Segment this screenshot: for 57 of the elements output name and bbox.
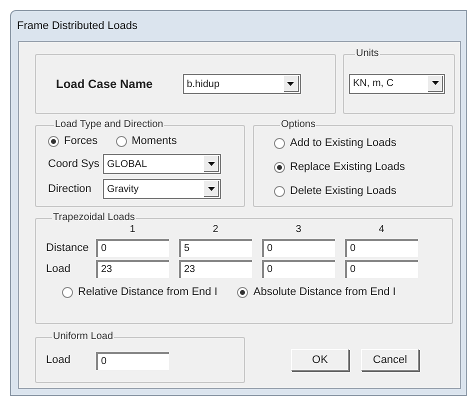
dropdown-button[interactable] (204, 181, 219, 197)
input-field[interactable]: 0 (262, 260, 335, 278)
dropdown-value: Gravity (106, 182, 140, 196)
caret-icon (287, 82, 294, 86)
field-label: Load Case Name (56, 76, 153, 93)
radio-label[interactable]: Relative Distance from End I (78, 284, 218, 300)
column-header: 4 (378, 224, 384, 236)
column-header: 1 (130, 224, 136, 236)
group-label: Options (280, 119, 316, 131)
row-label: Load (46, 262, 72, 277)
dropdown[interactable]: Gravity (103, 179, 221, 199)
input-field[interactable]: 0 (345, 239, 418, 257)
dropdown-button[interactable] (204, 156, 219, 172)
radio-button[interactable] (116, 136, 127, 146)
field-label: Direction (48, 182, 92, 197)
ok-button[interactable]: OK (291, 349, 349, 371)
row-label: Distance (46, 240, 90, 256)
radio-button[interactable] (48, 136, 59, 146)
group-label: Units (355, 48, 380, 60)
input-field[interactable]: 0 (96, 239, 169, 257)
group-label: Uniform Load (52, 331, 114, 343)
input-field[interactable]: 23 (96, 260, 169, 278)
dropdown-value: b.hidup (186, 78, 221, 92)
radio-label[interactable]: Absolute Distance from End I (253, 284, 396, 300)
column-header: 3 (296, 224, 302, 236)
cancel-button[interactable]: Cancel (361, 349, 419, 371)
input-field[interactable]: 0 (96, 352, 169, 370)
radio-label[interactable]: Forces (64, 132, 98, 150)
caret-icon (208, 186, 214, 190)
dropdown-button[interactable] (284, 76, 299, 92)
field-label: Load (46, 353, 72, 368)
input-field[interactable]: 0 (262, 239, 335, 257)
column-header: 2 (212, 224, 218, 236)
radio-label[interactable]: Delete Existing Loads (290, 182, 396, 200)
field-label: Coord Sys (48, 156, 100, 172)
dropdown[interactable]: b.hidup (182, 74, 301, 94)
radio-button[interactable] (274, 138, 285, 148)
radio-label[interactable]: Replace Existing Loads (290, 158, 405, 176)
dropdown[interactable]: KN, m, C (349, 74, 445, 94)
radio-button[interactable] (62, 286, 73, 298)
radio-button[interactable] (274, 162, 285, 172)
input-field[interactable]: 0 (345, 260, 418, 278)
dropdown[interactable]: GLOBAL (103, 154, 221, 174)
input-field[interactable]: 23 (179, 260, 252, 278)
dropdown-value: KN, m, C (352, 77, 395, 91)
radio-label[interactable]: Moments (132, 132, 177, 150)
caret-icon (432, 81, 438, 85)
input-field[interactable]: 5 (179, 239, 252, 257)
radio-button[interactable] (274, 186, 285, 196)
radio-label[interactable]: Add to Existing Loads (290, 134, 396, 152)
dropdown-value: GLOBAL (106, 158, 148, 172)
radio-button[interactable] (237, 286, 248, 298)
dropdown-button[interactable] (428, 76, 443, 92)
group-label: Load Type and Direction (54, 119, 164, 131)
caret-icon (208, 162, 214, 166)
window-title: Frame Distributed Loads (17, 18, 138, 34)
group-label: Trapezoidal Loads (52, 212, 136, 224)
